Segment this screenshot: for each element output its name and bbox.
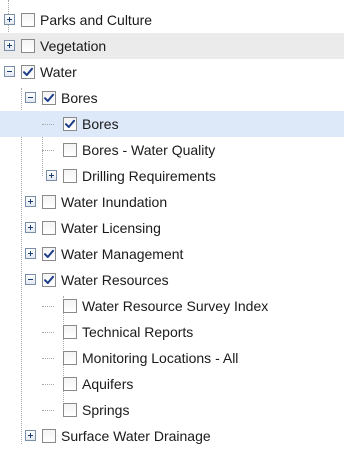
tree-row-surface-water-drainage[interactable]: Surface Water Drainage xyxy=(0,423,344,449)
tree-row-water[interactable]: Water xyxy=(0,59,344,85)
checkmark-icon xyxy=(44,93,54,102)
minus-icon-bar xyxy=(28,97,33,98)
checkbox-checked[interactable] xyxy=(21,65,35,79)
checkmark-icon xyxy=(65,119,75,128)
tree-row-water-licensing[interactable]: Water Licensing xyxy=(0,215,344,241)
tree-item-label: Water Inundation xyxy=(61,194,168,210)
tree-item-label: Drilling Requirements xyxy=(82,168,216,184)
expand-icon[interactable] xyxy=(25,248,36,259)
tree-item-label: Water Resources xyxy=(61,272,169,288)
tree-row-water-resources[interactable]: Water Resources xyxy=(0,267,344,293)
checkmark-icon xyxy=(23,67,33,76)
tree-item-label: Water Resource Survey Index xyxy=(82,298,269,314)
tree-item-label: Surface Water Drainage xyxy=(61,428,211,444)
checkbox-unchecked[interactable] xyxy=(42,429,56,443)
tree-item-label: Bores xyxy=(82,116,119,132)
checkbox-unchecked[interactable] xyxy=(63,377,77,391)
tree-item-label: Technical Reports xyxy=(82,324,194,340)
tree-row-water-inundation[interactable]: Water Inundation xyxy=(0,189,344,215)
checkbox-checked[interactable] xyxy=(63,117,77,131)
tree-item-label: Water Management xyxy=(61,246,184,262)
plus-icon-bar xyxy=(30,433,31,438)
collapse-icon[interactable] xyxy=(25,92,36,103)
collapse-icon[interactable] xyxy=(4,66,15,77)
expand-icon[interactable] xyxy=(4,40,15,51)
tree-row-water-management[interactable]: Water Management xyxy=(0,241,344,267)
tree-row-water-resource-survey-index[interactable]: Water Resource Survey Index xyxy=(0,293,344,319)
collapse-icon[interactable] xyxy=(25,274,36,285)
tree-connector-branch xyxy=(42,332,54,333)
tree-row-technical-reports[interactable]: Technical Reports xyxy=(0,319,344,345)
tree-row-bores[interactable]: Bores xyxy=(0,85,344,111)
checkbox-unchecked[interactable] xyxy=(63,403,77,417)
tree-item-label: Aquifers xyxy=(82,376,134,392)
tree-row-parks-and-culture[interactable]: Parks and Culture xyxy=(0,7,344,33)
plus-icon-bar xyxy=(9,43,10,48)
tree-connector-branch xyxy=(42,358,54,359)
tree-item-label: Water Licensing xyxy=(61,220,161,236)
checkbox-unchecked[interactable] xyxy=(63,169,77,183)
tree-item-label: Water xyxy=(40,64,77,80)
tree-item-label: Monitoring Locations - All xyxy=(82,350,239,366)
tree-row-drilling-requirements[interactable]: Drilling Requirements xyxy=(0,163,344,189)
tree-connector-branch xyxy=(42,306,54,307)
plus-icon-bar xyxy=(9,17,10,22)
plus-icon-bar xyxy=(30,199,31,204)
expand-icon[interactable] xyxy=(25,222,36,233)
tree-connector-branch xyxy=(42,124,54,125)
checkmark-icon xyxy=(44,249,54,258)
checkbox-checked[interactable] xyxy=(42,247,56,261)
tree-item-label: Springs xyxy=(82,402,130,418)
checkbox-unchecked[interactable] xyxy=(63,299,77,313)
tree-row-springs[interactable]: Springs xyxy=(0,397,344,423)
expand-icon[interactable] xyxy=(25,196,36,207)
checkmark-icon xyxy=(44,275,54,284)
checkbox-unchecked[interactable] xyxy=(21,39,35,53)
tree-item-label: Vegetation xyxy=(40,38,107,54)
tree-item-label: Bores - Water Quality xyxy=(82,142,216,158)
checkbox-unchecked[interactable] xyxy=(63,325,77,339)
tree-connector-branch xyxy=(42,384,54,385)
plus-icon-bar xyxy=(51,173,52,178)
tree-row-aquifers[interactable]: Aquifers xyxy=(0,371,344,397)
tree-item-label: Parks and Culture xyxy=(40,12,153,28)
checkbox-checked[interactable] xyxy=(42,273,56,287)
tree-connector-branch xyxy=(42,150,54,151)
checkbox-unchecked[interactable] xyxy=(42,221,56,235)
layer-tree: Parks and Culture Vegetation Water Bores Bor… xyxy=(0,0,344,452)
tree-connector-branch xyxy=(42,410,54,411)
tree-row-bores-leaf[interactable]: Bores xyxy=(0,111,344,137)
tree-row-bores-water-quality[interactable]: Bores - Water Quality xyxy=(0,137,344,163)
checkbox-unchecked[interactable] xyxy=(42,195,56,209)
plus-icon-bar xyxy=(30,251,31,256)
checkbox-unchecked[interactable] xyxy=(21,13,35,27)
checkbox-unchecked[interactable] xyxy=(63,143,77,157)
expand-icon[interactable] xyxy=(4,14,15,25)
tree-row-vegetation[interactable]: Vegetation xyxy=(0,33,344,59)
expand-icon[interactable] xyxy=(25,430,36,441)
minus-icon-bar xyxy=(7,71,12,72)
expand-icon[interactable] xyxy=(46,170,57,181)
checkbox-checked[interactable] xyxy=(42,91,56,105)
tree-row-monitoring-locations-all[interactable]: Monitoring Locations - All xyxy=(0,345,344,371)
minus-icon-bar xyxy=(28,279,33,280)
checkbox-unchecked[interactable] xyxy=(63,351,77,365)
tree-item-label: Bores xyxy=(61,90,98,106)
plus-icon-bar xyxy=(30,225,31,230)
